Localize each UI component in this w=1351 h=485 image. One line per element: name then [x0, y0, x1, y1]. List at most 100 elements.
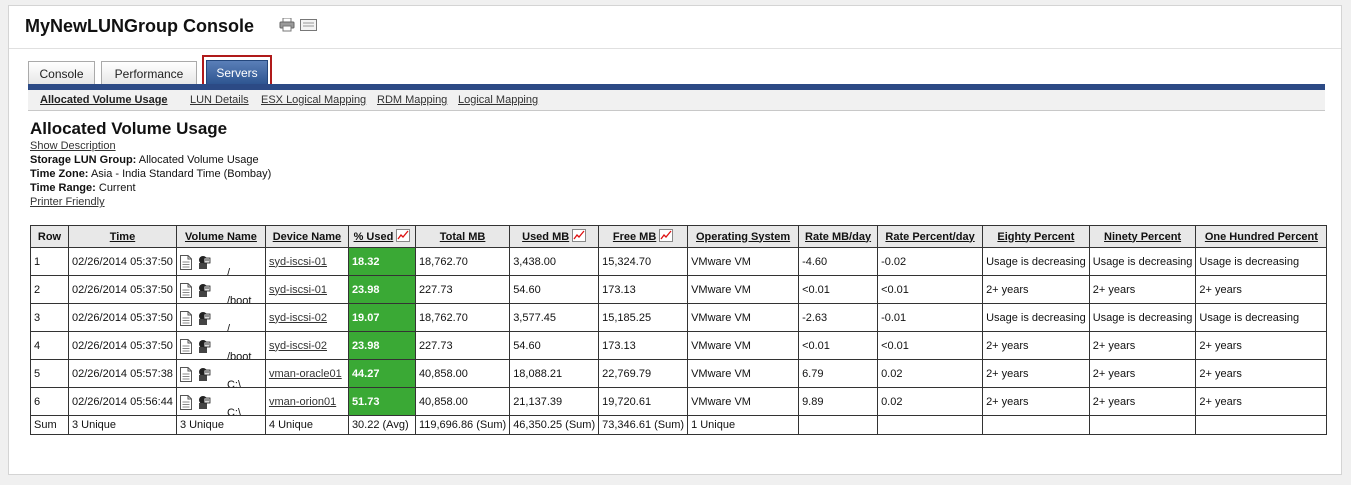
cell-operating-system: VMware VM [687, 247, 800, 276]
col-used-mb[interactable]: Used MB [509, 225, 600, 248]
col-operating-system[interactable]: Operating System [687, 225, 800, 248]
col-time-link[interactable]: Time [110, 231, 135, 243]
summary-cell-free-mb: 73,346.61 (Sum) [598, 415, 689, 435]
table-row: 3 02/26/2014 05:37:50 / syd-iscsi-02 19.07 18… [30, 303, 1328, 332]
col-one-hundred-percent-link[interactable]: One Hundred Percent [1205, 231, 1318, 243]
col-total-mb-link[interactable]: Total MB [440, 231, 486, 243]
agent-icon[interactable] [196, 367, 211, 385]
col-total-mb[interactable]: Total MB [414, 225, 511, 248]
table-row: 2 02/26/2014 05:37:50/boot syd-iscsi-01 23.… [30, 275, 1328, 304]
cell-rate-mb-day: -4.60 [798, 247, 879, 276]
cell-device-name[interactable]: vman-orion01 [264, 387, 349, 416]
agent-icon[interactable] [196, 283, 211, 301]
cell-one-hundred-percent: 2+ years [1195, 331, 1328, 360]
col-percent-used-link[interactable]: % Used [354, 231, 394, 243]
col-rate-mb-day-link[interactable]: Rate MB/day [805, 231, 871, 243]
cell-volume-name[interactable]: /boot [175, 331, 266, 360]
col-ninety-percent-link[interactable]: Ninety Percent [1104, 231, 1181, 243]
printer-icon[interactable] [279, 17, 295, 37]
device-name-link[interactable]: vman-oracle01 [269, 368, 342, 380]
col-volume-name[interactable]: Volume Name [175, 225, 266, 248]
console-header: MyNewLUNGroup Console [9, 6, 1341, 49]
cell-free-mb: 19,720.61 [598, 387, 689, 416]
cell-device-name[interactable]: vman-oracle01 [264, 359, 349, 388]
col-percent-used[interactable]: % Used [347, 225, 416, 248]
cell-device-name[interactable]: syd-iscsi-02 [264, 331, 349, 360]
document-icon[interactable] [179, 394, 192, 413]
col-device-name-link[interactable]: Device Name [273, 231, 342, 243]
col-device-name[interactable]: Device Name [264, 225, 349, 248]
cell-rate-mb-day: <0.01 [798, 275, 879, 304]
subnav-lun-details[interactable]: LUN Details [190, 94, 249, 106]
cell-ninety-percent: 2+ years [1088, 387, 1197, 416]
col-rate-mb-day[interactable]: Rate MB/day [798, 225, 879, 248]
cell-device-name[interactable]: syd-iscsi-01 [264, 275, 349, 304]
trend-chart-icon[interactable] [659, 228, 674, 245]
col-eighty-percent-link[interactable]: Eighty Percent [997, 231, 1074, 243]
col-rate-percent-day[interactable]: Rate Percent/day [877, 225, 984, 248]
tab-performance[interactable]: Performance [101, 61, 197, 85]
cell-volume-name[interactable]: C:\ [175, 387, 266, 416]
cell-ninety-percent: 2+ years [1088, 275, 1197, 304]
col-operating-system-link[interactable]: Operating System [696, 231, 790, 243]
agent-icon[interactable] [196, 395, 211, 413]
trend-chart-icon[interactable] [572, 228, 587, 245]
cell-rate-mb-day: -2.63 [798, 303, 879, 332]
cell-percent-used: 19.07 [347, 303, 416, 332]
cell-total-mb: 227.73 [414, 275, 511, 304]
tab-servers[interactable]: Servers [206, 60, 268, 85]
device-name-link[interactable]: syd-iscsi-01 [269, 256, 327, 268]
cell-one-hundred-percent: Usage is decreasing [1195, 303, 1328, 332]
cell-volume-name[interactable]: /boot [175, 275, 266, 304]
tab-console[interactable]: Console [28, 61, 95, 85]
cell-total-mb: 40,858.00 [414, 359, 511, 388]
cell-free-mb: 173.13 [598, 275, 689, 304]
cell-volume-name[interactable]: C:\ [175, 359, 266, 388]
cell-percent-used: 18.32 [347, 247, 416, 276]
email-icon[interactable] [300, 18, 317, 36]
cell-row: 1 [30, 247, 69, 276]
subnav-esx-logical-mapping[interactable]: ESX Logical Mapping [261, 94, 366, 106]
cell-percent-used: 51.73 [347, 387, 416, 416]
col-ninety-percent[interactable]: Ninety Percent [1088, 225, 1197, 248]
cell-free-mb: 15,324.70 [598, 247, 689, 276]
col-used-mb-link[interactable]: Used MB [522, 231, 569, 243]
cell-device-name[interactable]: syd-iscsi-02 [264, 303, 349, 332]
col-rate-percent-day-link[interactable]: Rate Percent/day [885, 231, 974, 243]
volume-path: /boot [226, 350, 252, 360]
col-eighty-percent[interactable]: Eighty Percent [982, 225, 1090, 248]
cell-total-mb: 227.73 [414, 331, 511, 360]
cell-volume-name[interactable]: / [175, 303, 266, 332]
device-name-link[interactable]: syd-iscsi-02 [269, 340, 327, 352]
agent-icon[interactable] [196, 339, 211, 357]
cell-ninety-percent: 2+ years [1088, 359, 1197, 388]
cell-device-name[interactable]: syd-iscsi-01 [264, 247, 349, 276]
document-icon[interactable] [179, 338, 192, 357]
subnav-allocated-volume-usage[interactable]: Allocated Volume Usage [40, 94, 168, 106]
cell-time: 02/26/2014 05:37:50 [68, 331, 177, 360]
col-volume-name-link[interactable]: Volume Name [185, 231, 257, 243]
col-free-mb[interactable]: Free MB [598, 225, 689, 248]
col-one-hundred-percent[interactable]: One Hundred Percent [1195, 225, 1328, 248]
cell-time: 02/26/2014 05:37:50 [68, 275, 177, 304]
document-icon[interactable] [179, 366, 192, 385]
col-free-mb-link[interactable]: Free MB [613, 231, 656, 243]
cell-volume-name[interactable]: / [175, 247, 266, 276]
device-name-link[interactable]: vman-orion01 [269, 396, 336, 408]
device-name-link[interactable]: syd-iscsi-02 [269, 312, 327, 324]
device-name-link[interactable]: syd-iscsi-01 [269, 284, 327, 296]
agent-icon[interactable] [196, 255, 211, 273]
document-icon[interactable] [179, 282, 192, 301]
show-description-link[interactable]: Show Description [30, 140, 116, 152]
trend-chart-icon[interactable] [396, 228, 411, 245]
document-icon[interactable] [179, 310, 192, 329]
cell-rate-mb-day: 6.79 [798, 359, 879, 388]
document-icon[interactable] [179, 254, 192, 273]
subnav-logical-mapping[interactable]: Logical Mapping [458, 94, 538, 106]
col-time[interactable]: Time [68, 225, 177, 248]
volume-path: / [226, 266, 230, 276]
cell-time: 02/26/2014 05:37:50 [68, 247, 177, 276]
subnav-rdm-mapping[interactable]: RDM Mapping [377, 94, 447, 106]
agent-icon[interactable] [196, 311, 211, 329]
printer-friendly-link[interactable]: Printer Friendly [30, 196, 105, 208]
